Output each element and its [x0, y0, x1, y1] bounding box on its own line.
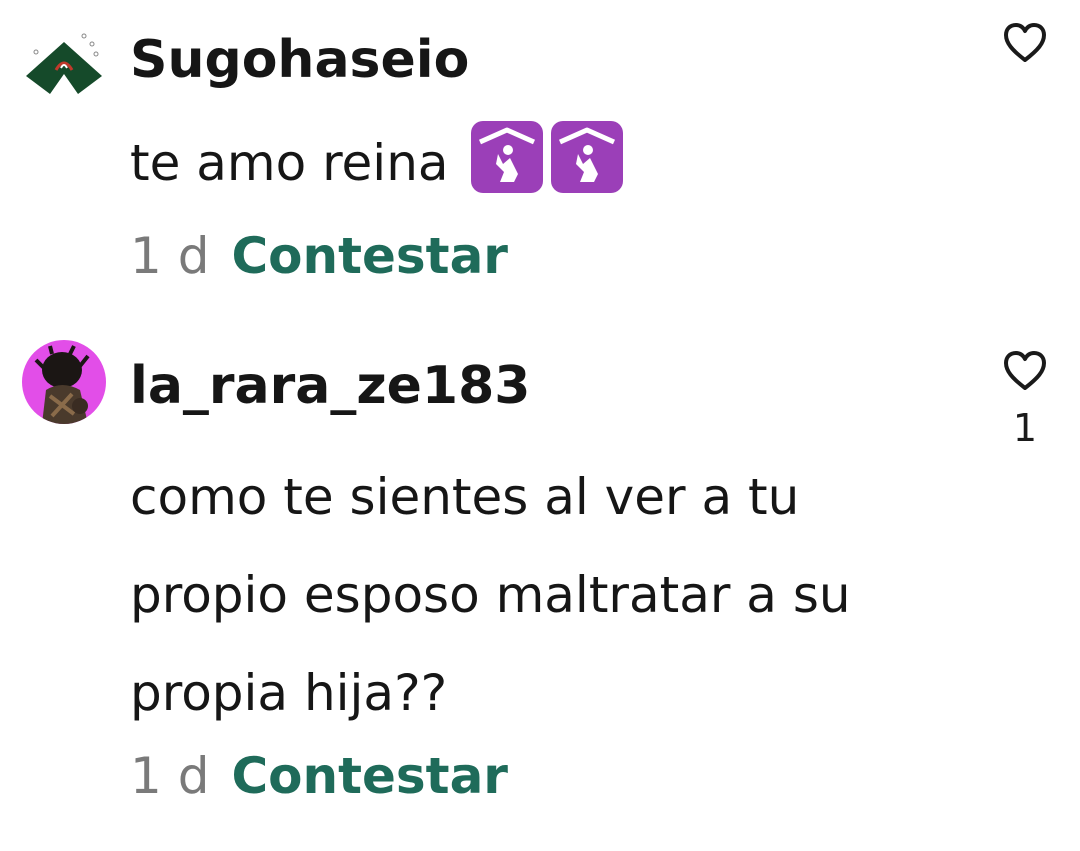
avatar-image	[22, 340, 106, 424]
comment-item: la_rara_ze183 como te sientes al ver a t…	[0, 0, 1080, 851]
comment-time: 1 d	[130, 747, 210, 805]
comment-text-line: propio esposo maltratar a su	[130, 566, 851, 624]
reply-button[interactable]: Contestar	[231, 747, 508, 805]
avatar[interactable]	[22, 340, 106, 424]
comment-text: como te sientes al ver a tu propio espos…	[130, 448, 950, 742]
comment-username[interactable]: la_rara_ze183	[130, 356, 530, 416]
comment-text-line: como te sientes al ver a tu	[130, 468, 800, 526]
comment-meta: 1 d Contestar	[130, 746, 508, 806]
like-count: 1	[1012, 406, 1038, 450]
like-button[interactable]: 1	[1000, 350, 1050, 450]
comment-text-line: propia hija??	[130, 664, 448, 722]
heart-icon	[1004, 351, 1046, 390]
